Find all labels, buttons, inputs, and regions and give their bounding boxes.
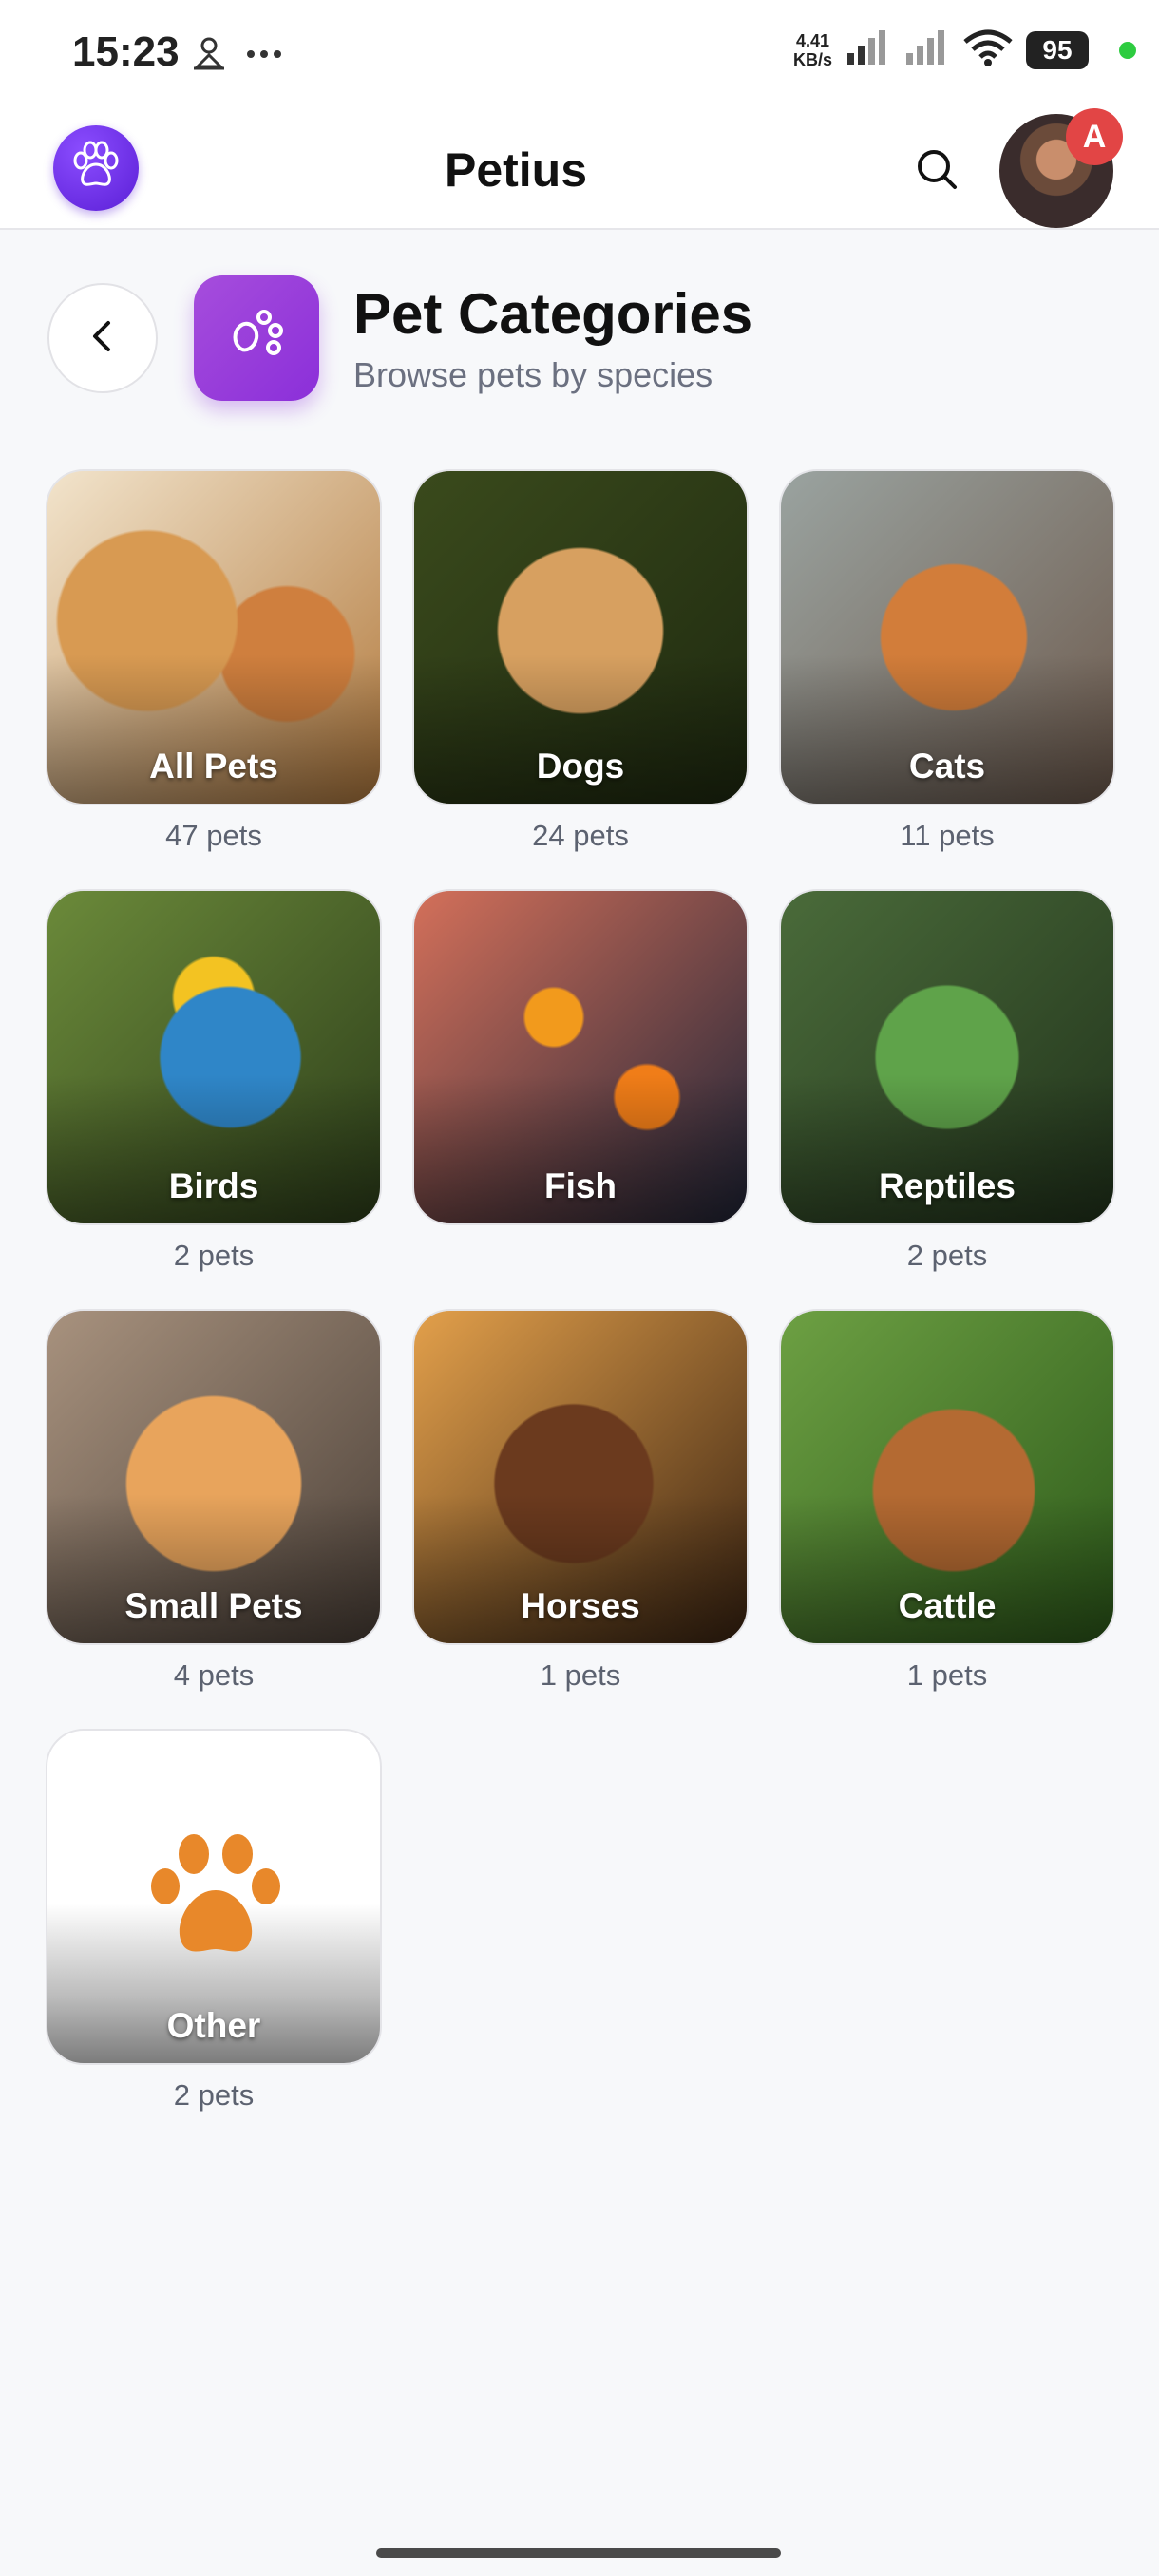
privacy-indicator-dot [1119,41,1136,59]
category-card-cats[interactable]: Cats [779,469,1115,805]
category-card-horses[interactable]: Horses [412,1309,749,1645]
home-indicator[interactable] [376,2548,781,2558]
category-label: Cats [908,747,986,786]
signal-icon [904,28,950,71]
category-card-all-pets[interactable]: All Pets [46,469,382,805]
page-title: Pet Categories [353,282,753,346]
category-count: 2 pets [906,1239,988,1272]
category-count: 24 pets [532,819,629,852]
category-label: Other [166,2006,261,2045]
status-bar: 15:23 4.41 KB/s 95 [0,0,1159,106]
category-card-fish[interactable]: Fish [412,889,749,1225]
category-label: Small Pets [124,1586,303,1625]
category-card-cattle[interactable]: Cattle [779,1309,1115,1645]
category-count: 2 pets [173,1239,255,1272]
app-bar: Petius A [0,106,1159,230]
category-count: 1 pets [906,1658,988,1692]
category-label: Birds [168,1166,259,1205]
chevron-left-icon [84,317,122,360]
app-title: Petius [444,143,588,197]
location-person-icon [190,34,228,77]
paw-icon [144,1829,287,1967]
paw-icon [226,306,287,371]
category-count: 2 pets [173,2078,255,2112]
category-card-small-pets[interactable]: Small Pets [46,1309,382,1645]
category-card-dogs[interactable]: Dogs [412,469,749,805]
more-dots-icon [245,47,283,65]
status-time: 15:23 [72,28,180,75]
category-count: 47 pets [165,819,262,852]
battery-indicator: 95 [1026,30,1089,69]
category-icon-tile [194,275,319,401]
category-count: 1 pets [540,1658,621,1692]
category-label: Horses [521,1586,640,1625]
search-button[interactable] [910,144,963,198]
search-icon [914,146,960,197]
page-subtitle: Browse pets by species [353,355,713,394]
category-card-reptiles[interactable]: Reptiles [779,889,1115,1225]
avatar-badge: A [1066,108,1123,165]
category-count: 11 pets [900,819,995,852]
category-count: 4 pets [173,1658,255,1692]
signal-icon [846,28,891,71]
network-speed: 4.41 KB/s [792,30,832,69]
user-avatar[interactable]: A [999,108,1123,228]
category-card-birds[interactable]: Birds [46,889,382,1225]
category-label: Dogs [536,747,625,786]
category-label: Fish [543,1166,618,1205]
category-label: Reptiles [879,1166,1016,1205]
category-card-other[interactable]: Other [46,1729,382,2065]
category-label: Cattle [898,1586,997,1625]
category-label: All Pets [149,747,278,786]
back-button[interactable] [48,283,158,393]
wifi-icon [963,28,1013,71]
